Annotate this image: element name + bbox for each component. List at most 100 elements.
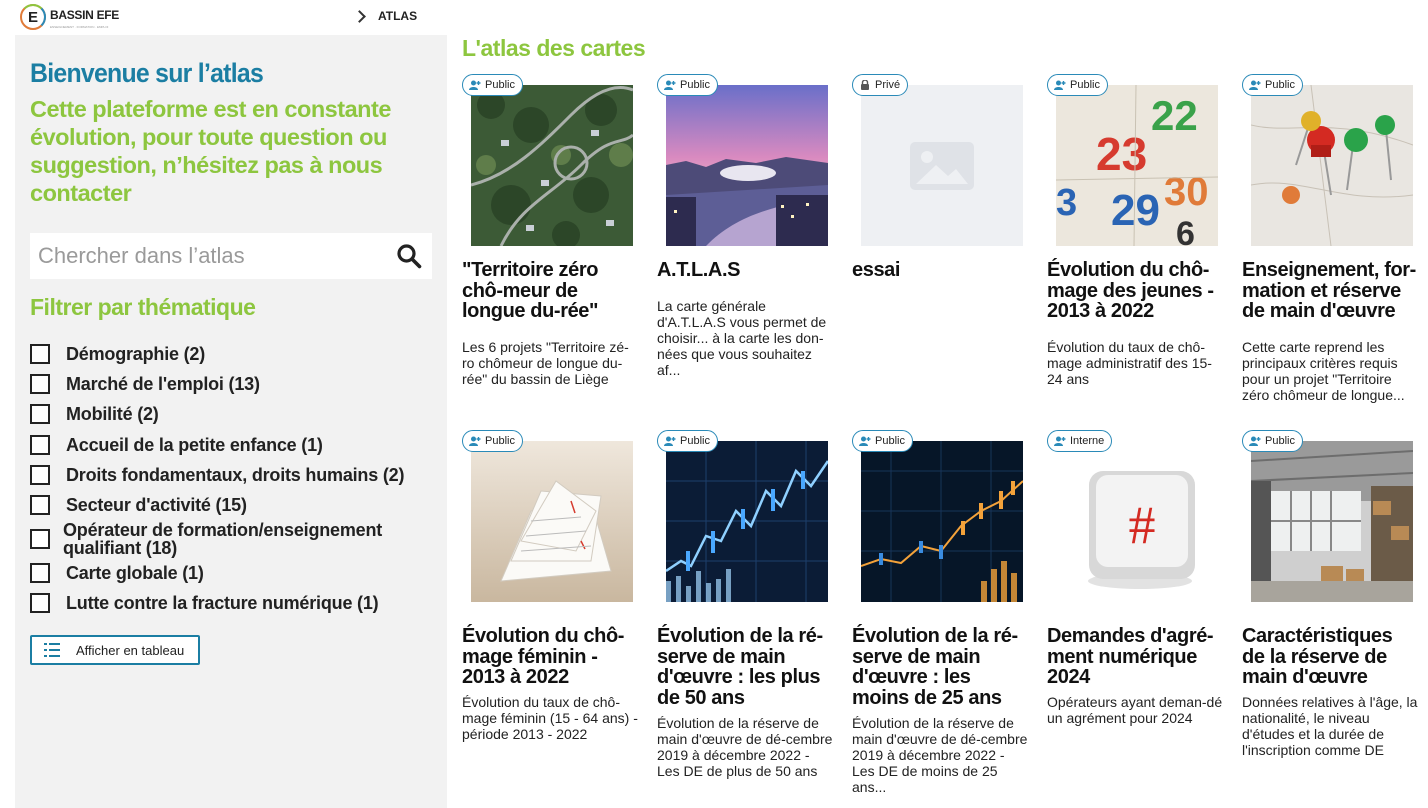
- card-description: Données relatives à l'âge, la nationalit…: [1242, 694, 1418, 758]
- breadcrumb-atlas[interactable]: ATLAS: [378, 9, 417, 23]
- card-image: [1251, 85, 1413, 246]
- visibility-badge: Public: [1242, 74, 1303, 96]
- filter-label: Démographie (2): [66, 344, 206, 365]
- card-image: [1251, 441, 1413, 602]
- card-title[interactable]: Caractéristiques de la réserve de main d…: [1242, 626, 1420, 688]
- badge-label: Privé: [875, 79, 901, 91]
- badge-label: Interne: [1070, 435, 1105, 447]
- filter-item-mobilite[interactable]: Mobilité (2): [30, 399, 430, 429]
- svg-text:23: 23: [1096, 128, 1147, 180]
- svg-text:#: #: [1129, 495, 1156, 555]
- filter-label: Secteur d'activité (15): [66, 495, 247, 516]
- filter-checkbox[interactable]: [30, 495, 50, 516]
- sidebar: Bienvenue sur l’atlas Cette plateforme e…: [15, 35, 447, 808]
- card-image: [861, 85, 1023, 246]
- logo-mark: E: [20, 4, 46, 30]
- card-description: Évolution de la réserve de main d'œuvre …: [657, 715, 833, 779]
- user-plus-icon: [1054, 80, 1066, 90]
- card-title[interactable]: Enseignement, for-mation et réserve de m…: [1242, 260, 1420, 322]
- visibility-badge: Public: [657, 430, 718, 452]
- visibility-badge: Public: [852, 430, 913, 452]
- card-title[interactable]: essai: [852, 260, 1030, 281]
- welcome-heading: Bienvenue sur l’atlas: [30, 58, 264, 88]
- badge-label: Public: [875, 435, 905, 447]
- show-table-label: Afficher en tableau: [76, 642, 185, 658]
- search-icon[interactable]: [396, 243, 422, 269]
- svg-text:30: 30: [1164, 170, 1209, 214]
- badge-label: Public: [485, 79, 515, 91]
- filter-checkbox[interactable]: [30, 374, 50, 395]
- filter-item-secteur[interactable]: Secteur d'activité (15): [30, 490, 430, 520]
- visibility-badge: Public: [462, 430, 523, 452]
- user-plus-icon: [664, 436, 676, 446]
- card-title[interactable]: A.T.L.A.S: [657, 260, 835, 281]
- filter-checkbox[interactable]: [30, 344, 50, 365]
- svg-text:6: 6: [1176, 215, 1195, 246]
- svg-text:29: 29: [1111, 186, 1160, 235]
- user-plus-icon: [469, 80, 481, 90]
- logo-subtext: ENSEIGNEMENT · FORMATION · EMPLOI: [50, 24, 109, 29]
- filter-item-fracture-numerique[interactable]: Lutte contre la fracture numérique (1): [30, 588, 430, 618]
- filter-item-petite-enfance[interactable]: Accueil de la petite enfance (1): [30, 430, 430, 460]
- filter-label: Accueil de la petite enfance (1): [66, 434, 323, 455]
- user-plus-icon: [469, 436, 481, 446]
- filter-checkbox[interactable]: [30, 464, 50, 485]
- filter-checkbox[interactable]: [30, 529, 50, 550]
- filter-checkbox[interactable]: [30, 404, 50, 425]
- visibility-badge: Public: [657, 74, 718, 96]
- filter-item-operateur[interactable]: Opérateur de formation/enseignement qual…: [30, 520, 430, 558]
- search-box: [30, 233, 432, 279]
- breadcrumb: ATLAS: [353, 9, 417, 23]
- show-table-button[interactable]: Afficher en tableau: [30, 635, 200, 665]
- filter-label: Carte globale (1): [66, 563, 204, 584]
- filter-label: Droits fondamentaux, droits humains (2): [66, 464, 405, 485]
- list-icon: [44, 643, 60, 657]
- user-plus-icon: [859, 436, 871, 446]
- logo-wordmark: BASSIN EFE ENSEIGNEMENT · FORMATION · EM…: [50, 6, 119, 29]
- top-bar: E BASSIN EFE ENSEIGNEMENT · FORMATION · …: [0, 0, 1428, 34]
- badge-label: Public: [485, 435, 515, 447]
- card-description: Évolution de la réserve de main d'œuvre …: [852, 715, 1028, 795]
- chevron-right-icon: [353, 10, 366, 23]
- badge-label: Public: [1265, 79, 1295, 91]
- filter-item-carte-globale[interactable]: Carte globale (1): [30, 558, 430, 588]
- card-title[interactable]: Évolution du chô-mage féminin - 2013 à 2…: [462, 626, 640, 688]
- search-input[interactable]: [30, 233, 390, 279]
- svg-text:3: 3: [1056, 182, 1077, 224]
- filter-item-droits[interactable]: Droits fondamentaux, droits humains (2): [30, 460, 430, 490]
- card-title[interactable]: Évolution de la ré-serve de main d'œuvre…: [852, 626, 1030, 708]
- filter-label: Opérateur de formation/enseignement qual…: [63, 520, 383, 559]
- visibility-badge: Public: [462, 74, 523, 96]
- card-title[interactable]: Évolution du chô-mage des jeunes - 2013 …: [1047, 260, 1225, 322]
- filter-item-marche-emploi[interactable]: Marché de l'emploi (13): [30, 369, 430, 399]
- card-title[interactable]: Évolution de la ré-serve de main d'œuvre…: [657, 626, 835, 708]
- card-image: [471, 441, 633, 602]
- card-description: La carte générale d'A.T.L.A.S vous perme…: [657, 298, 827, 378]
- filter-item-demographie[interactable]: Démographie (2): [30, 339, 430, 369]
- card-image: [861, 441, 1023, 602]
- image-placeholder-icon: [910, 142, 974, 190]
- filter-title: Filtrer par thématique: [30, 294, 256, 320]
- logo-text: BASSIN EFE: [50, 7, 120, 22]
- visibility-badge: Public: [1047, 74, 1108, 96]
- badge-label: Public: [680, 435, 710, 447]
- card-title[interactable]: "Territoire zéro chô-meur de longue du-r…: [462, 260, 640, 322]
- lock-icon: [861, 80, 869, 90]
- svg-text:22: 22: [1151, 92, 1198, 139]
- card-title[interactable]: Demandes d'agré-ment numérique 2024: [1047, 626, 1225, 688]
- visibility-badge: Public: [1242, 430, 1303, 452]
- badge-label: Public: [1070, 79, 1100, 91]
- badge-label: Public: [1265, 435, 1295, 447]
- filter-checkbox[interactable]: [30, 434, 50, 455]
- user-plus-icon: [1249, 436, 1261, 446]
- card-image: [666, 85, 828, 246]
- card-description: Évolution du taux de chô-mage féminin (1…: [462, 694, 638, 742]
- card-description: Évolution du taux de chô-mage administra…: [1047, 339, 1212, 387]
- user-plus-icon: [664, 80, 676, 90]
- card-description: Les 6 projets "Territoire zé-ro chômeur …: [462, 339, 629, 387]
- filter-checkbox[interactable]: [30, 563, 50, 584]
- filter-label: Mobilité (2): [66, 404, 159, 425]
- filter-checkbox[interactable]: [30, 593, 50, 614]
- intro-text: Cette plateforme est en constante évolut…: [30, 96, 391, 206]
- logo[interactable]: E BASSIN EFE ENSEIGNEMENT · FORMATION · …: [20, 4, 119, 30]
